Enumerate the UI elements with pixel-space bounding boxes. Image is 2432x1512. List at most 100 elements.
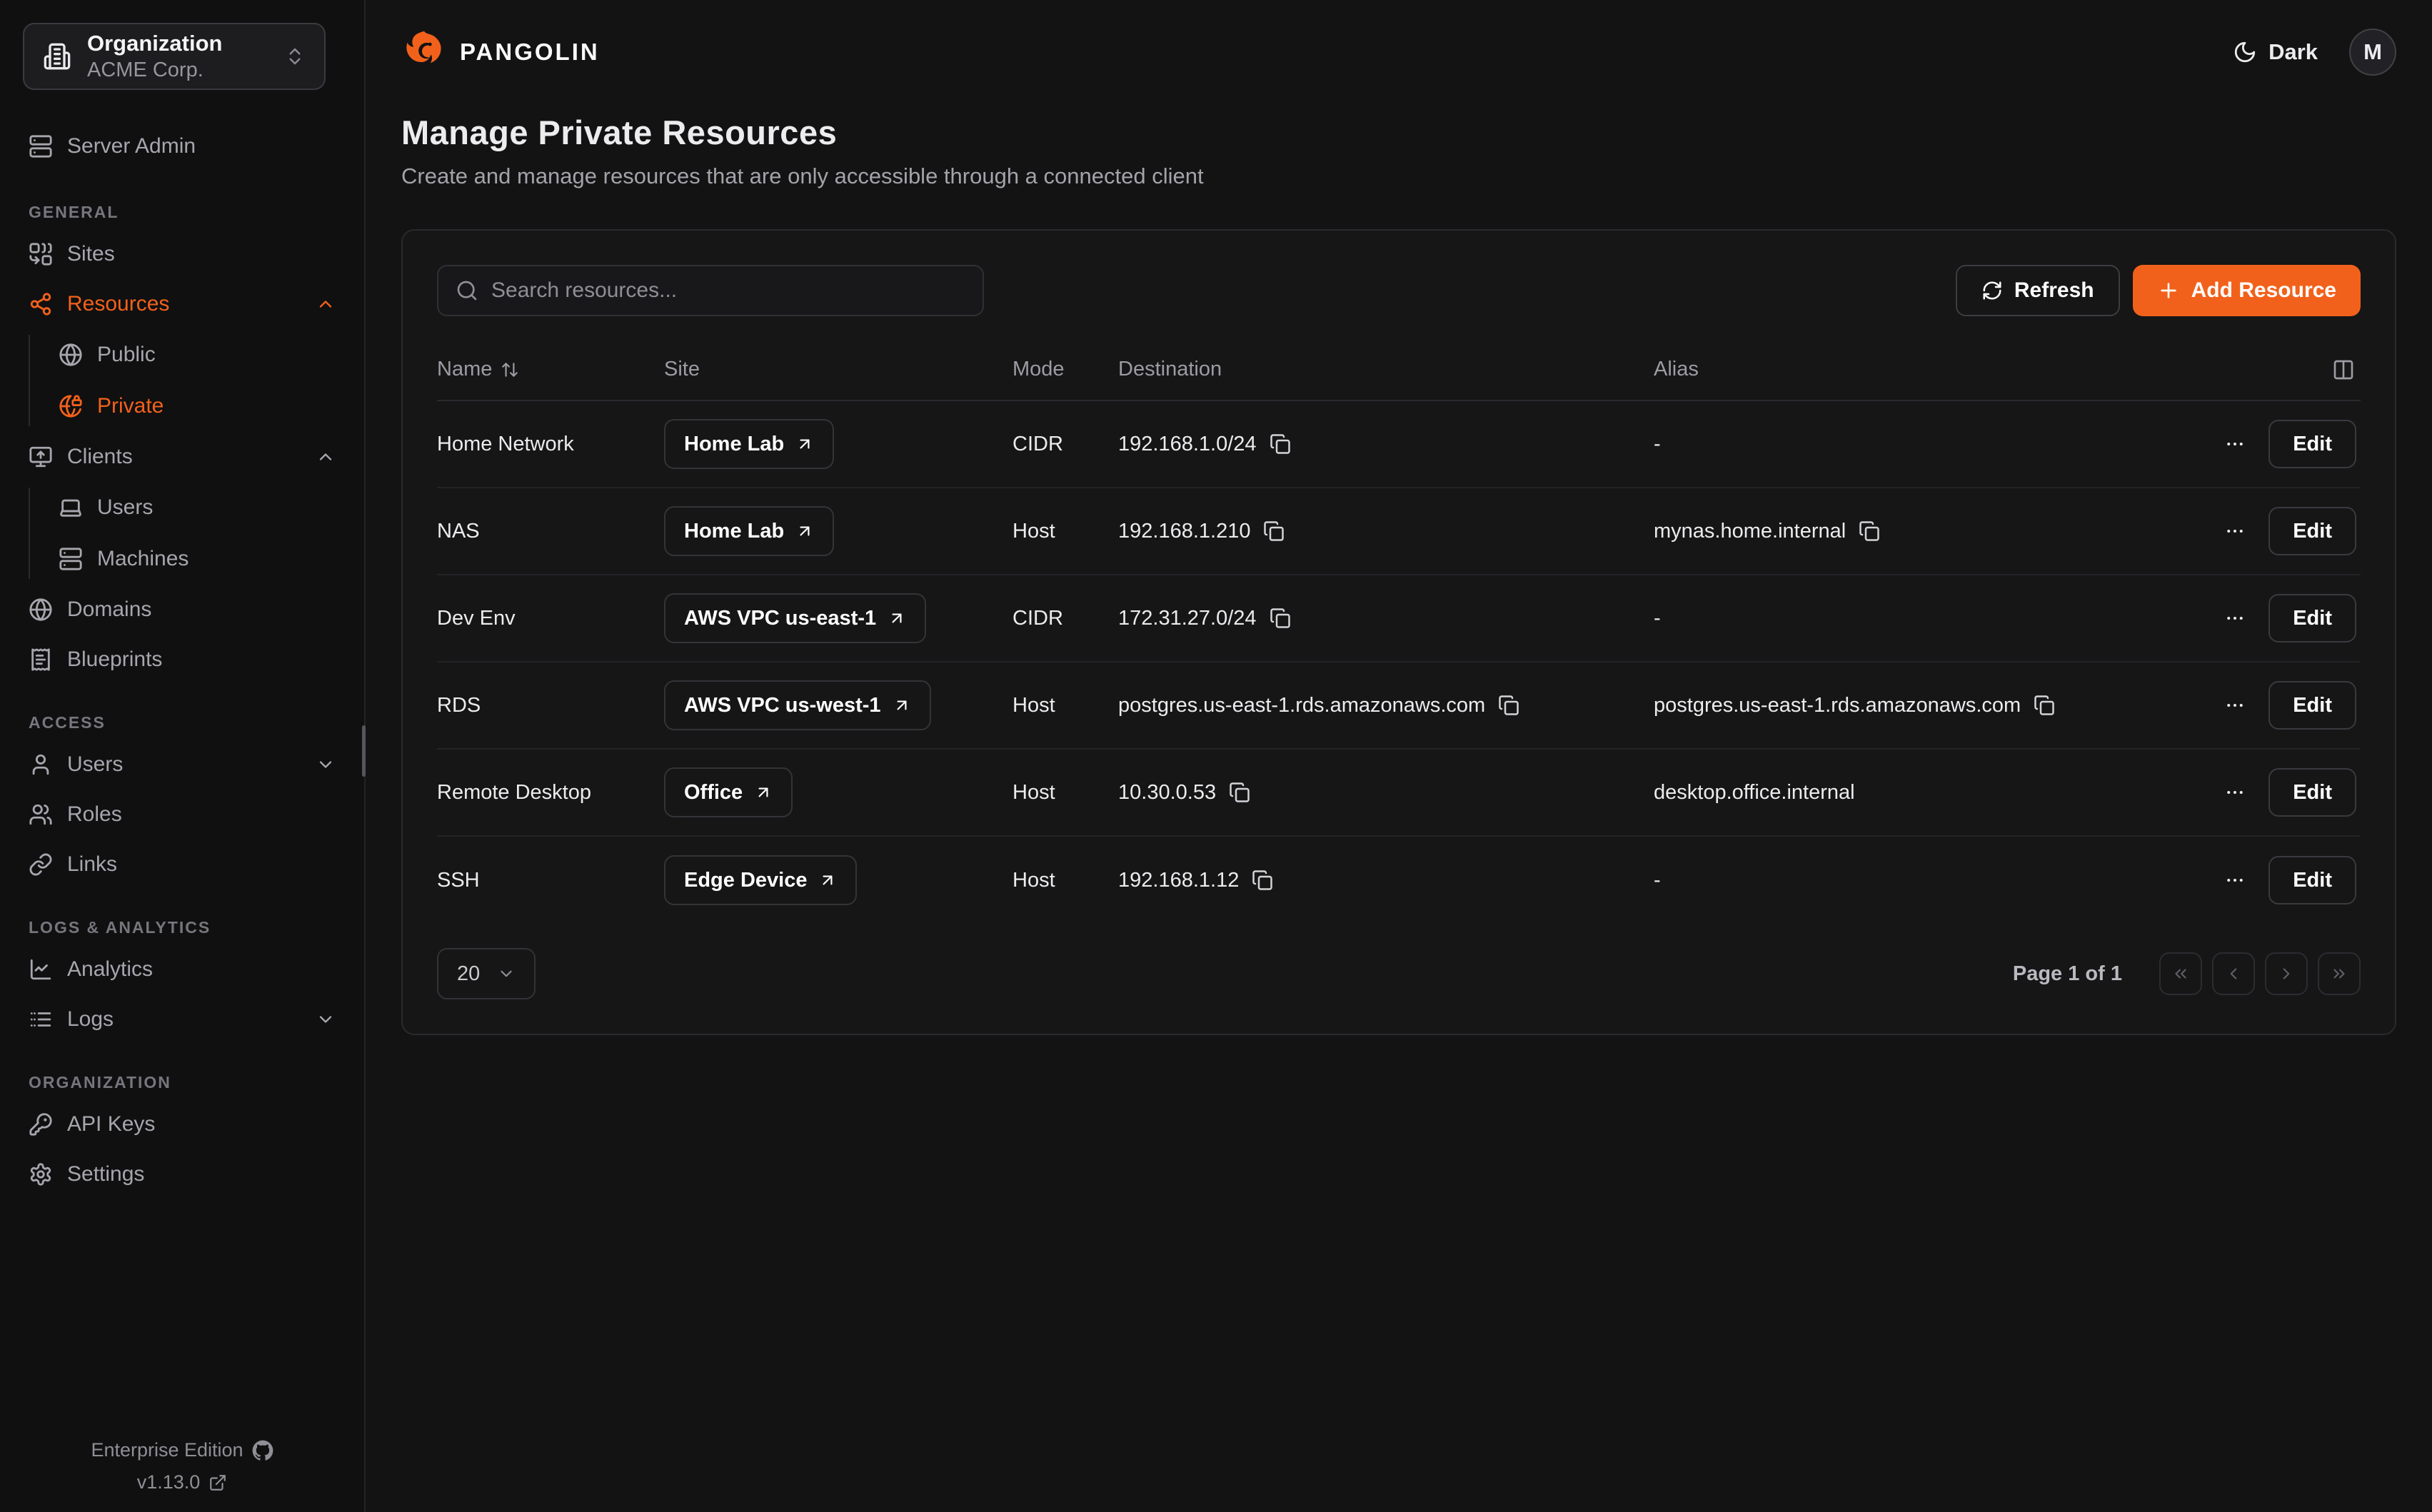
edit-button[interactable]: Edit <box>2268 856 2356 904</box>
sidebar-item-logs[interactable]: Logs <box>0 994 364 1044</box>
table-footer: 20 Page 1 of 1 <box>437 948 2361 999</box>
first-page-button[interactable] <box>2159 952 2202 995</box>
site-link-button[interactable]: Edge Device <box>664 855 857 905</box>
version-link[interactable]: v1.13.0 <box>0 1471 364 1493</box>
site-name: Office <box>684 781 743 805</box>
sidebar-item-client-users[interactable]: Users <box>29 482 364 533</box>
previous-page-button[interactable] <box>2212 952 2255 995</box>
sidebar-item-label: Links <box>67 852 117 877</box>
sidebar-item-label: Settings <box>67 1162 144 1186</box>
site-link-button[interactable]: Home Lab <box>664 506 834 556</box>
sidebar-item-server-admin[interactable]: Server Admin <box>0 121 364 171</box>
edition-link[interactable]: Enterprise Edition <box>0 1439 364 1461</box>
alias-value: desktop.office.internal <box>1654 781 1855 805</box>
alias-value: - <box>1654 433 1661 456</box>
sidebar-item-label: Resources <box>67 292 169 316</box>
sidebar-item-sites[interactable]: Sites <box>0 229 364 279</box>
edition-label: Enterprise Edition <box>91 1439 243 1461</box>
row-menu-button[interactable] <box>2224 782 2246 803</box>
page-size-select[interactable]: 20 <box>437 948 536 999</box>
copy-destination-button[interactable] <box>1498 695 1519 716</box>
sidebar-footer: Enterprise Edition v1.13.0 <box>0 1429 364 1493</box>
destination-value: 192.168.1.12 <box>1118 869 1239 892</box>
sidebar-item-users[interactable]: Users <box>0 740 364 790</box>
search-box <box>437 265 984 316</box>
theme-toggle[interactable]: Dark <box>2233 39 2318 65</box>
resources-card: Refresh Add Resource Name Site Mode Dest… <box>401 229 2396 1035</box>
sidebar-item-label: Server Admin <box>67 134 196 158</box>
resource-name: Home Network <box>437 433 664 456</box>
toolbar-actions: Refresh Add Resource <box>1956 265 2361 316</box>
org-switcher[interactable]: Organization ACME Corp. <box>23 23 326 90</box>
theme-label: Dark <box>2268 39 2318 65</box>
sidebar-item-private[interactable]: Private <box>29 380 364 432</box>
sidebar-item-public[interactable]: Public <box>29 329 364 380</box>
column-header-name[interactable]: Name <box>437 358 664 381</box>
refresh-button[interactable]: Refresh <box>1956 265 2120 316</box>
sidebar-scrollbar[interactable] <box>362 725 366 777</box>
site-name: AWS VPC us-west-1 <box>684 694 881 717</box>
sidebar-item-label: Machines <box>97 547 189 571</box>
destination-value: postgres.us-east-1.rds.amazonaws.com <box>1118 694 1485 717</box>
sidebar-item-blueprints[interactable]: Blueprints <box>0 635 364 685</box>
column-header-destination: Destination <box>1118 358 1654 381</box>
sidebar-item-analytics[interactable]: Analytics <box>0 944 364 994</box>
sidebar-item-machines[interactable]: Machines <box>29 533 364 585</box>
copy-destination-button[interactable] <box>1270 608 1291 629</box>
key-icon <box>29 1112 53 1136</box>
row-menu-button[interactable] <box>2224 695 2246 716</box>
table-header: Name Site Mode Destination Alias <box>437 342 2361 401</box>
row-menu-button[interactable] <box>2224 433 2246 455</box>
copy-destination-button[interactable] <box>1229 782 1250 803</box>
copy-alias-button[interactable] <box>2034 695 2055 716</box>
sidebar-item-domains[interactable]: Domains <box>0 585 364 635</box>
resource-mode: Host <box>1013 781 1118 805</box>
add-resource-button[interactable]: Add Resource <box>2133 265 2361 316</box>
sidebar-item-roles[interactable]: Roles <box>0 790 364 840</box>
edit-button[interactable]: Edit <box>2268 420 2356 468</box>
copy-alias-button[interactable] <box>1859 520 1880 542</box>
page-indicator: Page 1 of 1 <box>2013 962 2122 986</box>
table-row: NAS Home Lab Host 192.168.1.210 mynas.ho… <box>437 488 2361 575</box>
brand-name: PANGOLIN <box>460 39 600 66</box>
site-link-button[interactable]: AWS VPC us-west-1 <box>664 680 931 730</box>
sort-icon <box>501 361 519 379</box>
site-link-button[interactable]: Home Lab <box>664 419 834 469</box>
edit-button[interactable]: Edit <box>2268 507 2356 555</box>
edit-button[interactable]: Edit <box>2268 681 2356 730</box>
edit-button[interactable]: Edit <box>2268 594 2356 642</box>
site-name: Home Lab <box>684 520 784 543</box>
copy-destination-button[interactable] <box>1270 433 1291 455</box>
alias-value: - <box>1654 869 1661 892</box>
refresh-icon <box>1981 280 2003 301</box>
last-page-button[interactable] <box>2318 952 2361 995</box>
sidebar-item-clients[interactable]: Clients <box>0 432 364 482</box>
destination-value: 192.168.1.210 <box>1118 520 1250 543</box>
app-root: Organization ACME Corp. Server Admin GEN… <box>0 0 2432 1512</box>
sidebar-item-resources[interactable]: Resources <box>0 279 364 329</box>
row-menu-button[interactable] <box>2224 608 2246 629</box>
gear-icon <box>29 1162 53 1186</box>
arrow-up-right-icon <box>795 522 814 540</box>
copy-destination-button[interactable] <box>1252 870 1273 891</box>
sidebar-item-links[interactable]: Links <box>0 840 364 889</box>
site-link-button[interactable]: AWS VPC us-east-1 <box>664 593 926 643</box>
row-menu-button[interactable] <box>2224 870 2246 891</box>
row-menu-button[interactable] <box>2224 520 2246 542</box>
avatar[interactable]: M <box>2349 29 2396 76</box>
logs-icon <box>29 1007 53 1032</box>
receipt-icon <box>29 647 53 672</box>
sidebar-item-api-keys[interactable]: API Keys <box>0 1099 364 1149</box>
copy-destination-button[interactable] <box>1263 520 1285 542</box>
section-label-general: GENERAL <box>29 203 364 222</box>
edit-button[interactable]: Edit <box>2268 768 2356 817</box>
column-visibility-button[interactable] <box>2332 358 2355 381</box>
sidebar-item-settings[interactable]: Settings <box>0 1149 364 1199</box>
resource-mode: CIDR <box>1013 433 1118 456</box>
search-input[interactable] <box>491 278 965 303</box>
site-link-button[interactable]: Office <box>664 767 793 817</box>
github-icon <box>252 1440 273 1461</box>
monitor-up-icon <box>29 445 53 469</box>
sidebar-item-label: Logs <box>67 1007 114 1032</box>
next-page-button[interactable] <box>2265 952 2308 995</box>
